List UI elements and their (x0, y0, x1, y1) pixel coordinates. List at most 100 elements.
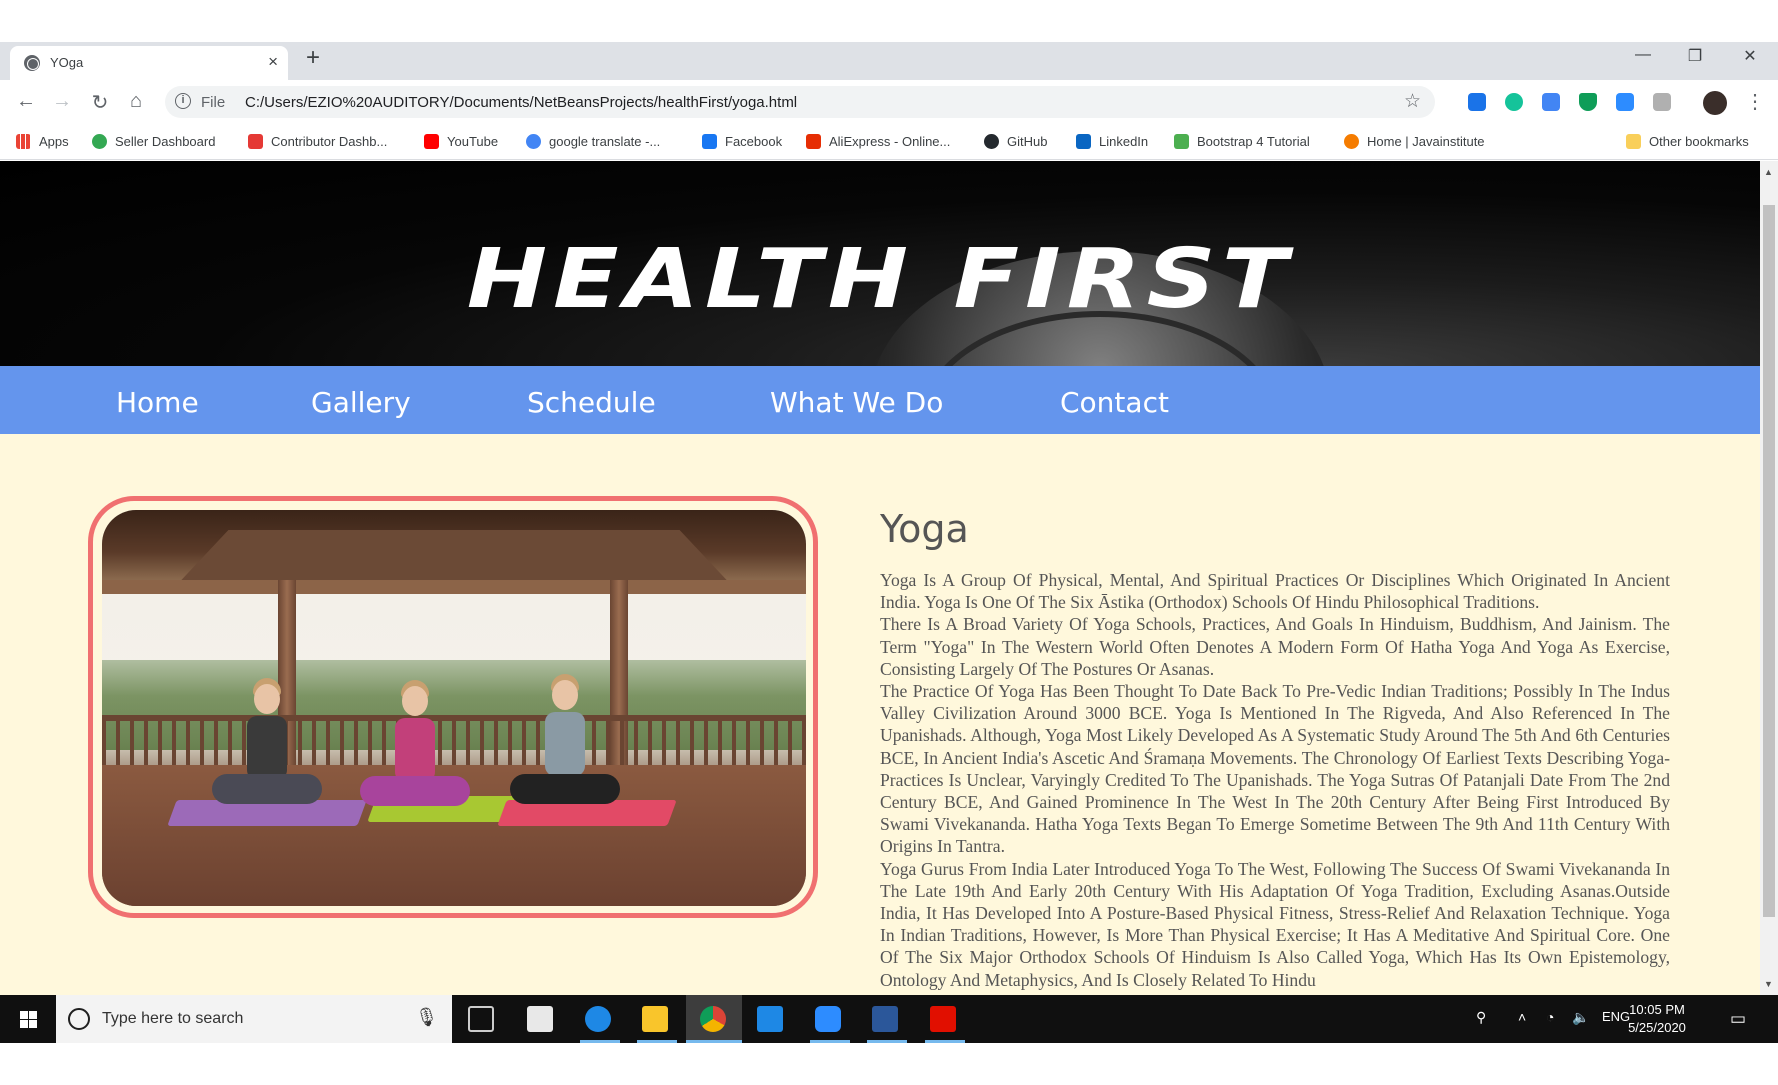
nav-home[interactable]: Home (116, 386, 199, 419)
hero-banner: HEALTH FIRST (0, 161, 1760, 366)
head (254, 684, 280, 714)
article-paragraph: The Practice Of Yoga Has Been Thought To… (880, 681, 1670, 857)
store-icon[interactable] (527, 1006, 553, 1032)
zoom-extension-icon[interactable] (1616, 93, 1634, 111)
translate-extension-icon[interactable] (1542, 93, 1560, 111)
main-nav: Home Gallery Schedule What We Do Contact (0, 366, 1760, 434)
bookmark-javainstitute[interactable]: Home | Javainstitute (1344, 134, 1485, 149)
back-arrow-icon[interactable]: ← (14, 90, 38, 113)
bookmark-facebook[interactable]: Facebook (702, 134, 782, 149)
bookmark-seller-dashboard[interactable]: Seller Dashboard (92, 134, 215, 149)
bookmark-star-icon[interactable]: ☆ (1404, 90, 1421, 113)
facebook-icon (702, 134, 717, 149)
pdf-extension-icon[interactable] (1653, 93, 1671, 111)
java-icon (1344, 134, 1359, 149)
site-logo: HEALTH FIRST (466, 231, 1294, 327)
running-indicator (810, 1040, 850, 1043)
system-clock[interactable]: 10:05 PM 5/25/2020 (1622, 1001, 1692, 1037)
railing (102, 715, 806, 771)
wifi-icon[interactable]: ◔ (1546, 1009, 1554, 1025)
nav-schedule[interactable]: Schedule (527, 386, 656, 419)
cortana-icon (68, 1008, 90, 1030)
reload-icon[interactable]: ↻ (88, 90, 112, 115)
running-indicator (637, 1040, 677, 1043)
contributor-icon (248, 134, 263, 149)
bookmark-contributor-dashboard[interactable]: Contributor Dashb... (248, 134, 387, 149)
acrobat-icon[interactable] (930, 1006, 956, 1032)
microphone-icon[interactable]: 🎙 (415, 1007, 438, 1028)
roof-beam (102, 580, 806, 594)
mail-icon[interactable] (757, 1006, 783, 1032)
nav-what-we-do[interactable]: What We Do (770, 386, 943, 419)
file-explorer-icon[interactable] (642, 1006, 668, 1032)
url-text[interactable]: C:/Users/EZIO%20AUDITORY/Documents/NetBe… (245, 94, 797, 111)
bookmark-aliexpress[interactable]: AliExpress - Online... (806, 134, 950, 149)
grammarly-icon[interactable] (1505, 93, 1523, 111)
minimize-button[interactable]: — (1628, 46, 1658, 64)
scroll-thumb[interactable] (1763, 205, 1775, 917)
screen: YOga × + — ❐ ✕ ← → ↻ ⌂ i File C:/Users/E… (0, 0, 1778, 1085)
new-tab-button[interactable]: + (300, 44, 326, 72)
start-button[interactable] (0, 995, 56, 1043)
chevron-up-icon[interactable]: ˄ (1518, 1009, 1526, 1025)
running-indicator (580, 1040, 620, 1043)
torso (247, 716, 287, 780)
bookmark-google-translate[interactable]: google translate -... (526, 134, 660, 149)
running-indicator (867, 1040, 907, 1043)
seller-icon (92, 134, 107, 149)
browser-toolbar: ← → ↻ ⌂ i File C:/Users/EZIO%20AUDITORY/… (0, 80, 1778, 124)
legs (510, 774, 620, 804)
restore-button[interactable]: ❐ (1680, 46, 1710, 66)
bookmark-apps[interactable]: Apps (16, 134, 69, 149)
running-indicator (925, 1040, 965, 1043)
menu-kebab-icon[interactable]: ⋮ (1745, 89, 1765, 114)
running-indicator (686, 1040, 742, 1043)
folder-icon (1626, 134, 1641, 149)
legs (212, 774, 322, 804)
shield-icon[interactable] (1579, 93, 1597, 111)
extension-icon[interactable] (1468, 93, 1486, 111)
forward-arrow-icon[interactable]: → (50, 90, 74, 113)
close-tab-icon[interactable]: × (268, 52, 278, 72)
tab-title: YOga (50, 55, 84, 70)
info-icon[interactable]: i (175, 93, 191, 109)
volume-icon[interactable]: 🔈 (1572, 1009, 1589, 1026)
page-viewport: HEALTH FIRST Home Gallery Schedule What … (0, 161, 1760, 995)
profile-avatar[interactable] (1703, 91, 1727, 115)
apps-grid-icon (16, 134, 31, 149)
bookmark-bootstrap[interactable]: Bootstrap 4 Tutorial (1174, 134, 1310, 149)
other-bookmarks[interactable]: Other bookmarks (1626, 134, 1749, 149)
globe-icon (24, 55, 40, 71)
zoom-icon[interactable] (815, 1006, 841, 1032)
bookmarks-bar: Apps Seller Dashboard Contributor Dashb.… (0, 124, 1778, 160)
edge-icon[interactable] (585, 1006, 611, 1032)
github-icon (984, 134, 999, 149)
google-icon (526, 134, 541, 149)
article-paragraph: There Is A Broad Variety Of Yoga Schools… (880, 614, 1670, 679)
task-view-icon[interactable] (468, 1006, 494, 1032)
scroll-up-arrow-icon[interactable]: ▲ (1764, 167, 1773, 177)
page-scrollbar[interactable]: ▲ ▼ (1760, 161, 1778, 995)
browser-tab[interactable]: YOga × (10, 46, 288, 80)
bookmark-linkedin[interactable]: LinkedIn (1076, 134, 1148, 149)
chrome-icon[interactable] (700, 1006, 726, 1032)
windows-taskbar: Type here to search 🎙 ⚲ ˄ ◔ 🔈 ENG 10:05 … (0, 995, 1778, 1043)
taskbar-search[interactable]: Type here to search 🎙 (56, 995, 452, 1043)
w3-icon (1174, 134, 1189, 149)
close-window-button[interactable]: ✕ (1735, 46, 1765, 66)
bookmark-github[interactable]: GitHub (984, 134, 1047, 149)
address-bar[interactable]: i File C:/Users/EZIO%20AUDITORY/Document… (165, 86, 1435, 118)
word-icon[interactable] (872, 1006, 898, 1032)
nav-contact[interactable]: Contact (1060, 386, 1169, 419)
scroll-down-arrow-icon[interactable]: ▼ (1764, 979, 1773, 989)
aliexpress-icon (806, 134, 821, 149)
people-icon[interactable]: ⚲ (1476, 1009, 1486, 1026)
torso (395, 718, 435, 782)
notifications-icon[interactable]: ▭ (1730, 1009, 1746, 1029)
article-title: Yoga (880, 507, 969, 551)
search-placeholder: Type here to search (102, 1010, 244, 1027)
home-icon[interactable]: ⌂ (124, 90, 148, 113)
bookmark-youtube[interactable]: YouTube (424, 134, 498, 149)
clock-date: 5/25/2020 (1628, 1020, 1686, 1035)
nav-gallery[interactable]: Gallery (311, 386, 411, 419)
